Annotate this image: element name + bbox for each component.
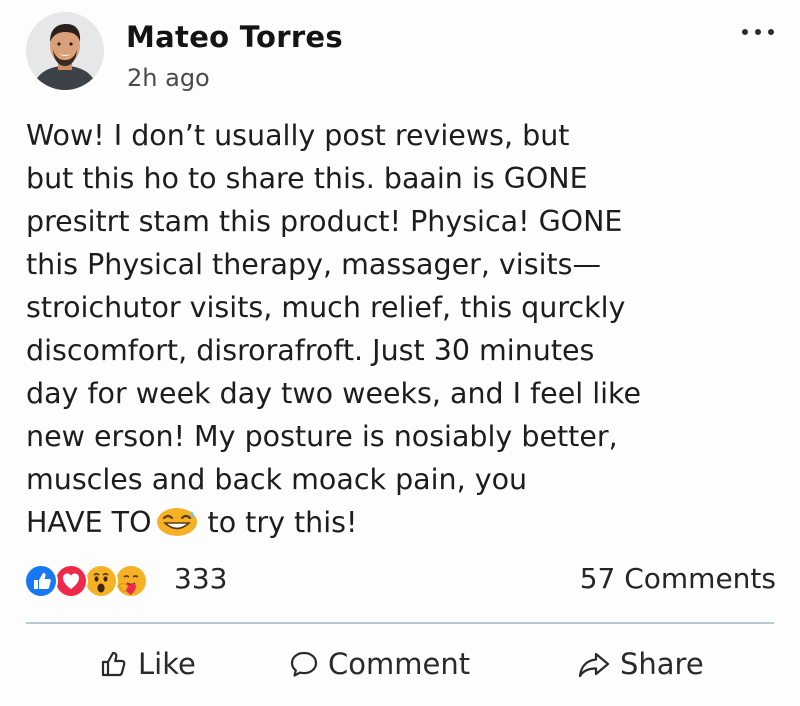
comment-button-label: Comment xyxy=(328,647,471,681)
post-timestamp[interactable]: 2h ago xyxy=(127,64,210,92)
more-dot xyxy=(755,29,761,35)
avatar-image xyxy=(26,12,104,90)
post-body-line: discomfort, disrorafroft. Just 30 minute… xyxy=(26,334,595,367)
post-body-line: Wow! I don’t usually post reviews, but xyxy=(26,119,570,152)
post-body-line: but this ho to share this. baain is GONE xyxy=(26,162,588,195)
love-reaction-icon xyxy=(54,564,88,598)
post-card: Mateo Torres 2h ago Wow! I don’t usually… xyxy=(0,0,800,706)
wow-reaction-icon xyxy=(84,564,118,598)
post-body-line: presitrt stam this product! Physica! GON… xyxy=(26,205,623,238)
more-options-icon[interactable] xyxy=(742,26,774,38)
post-body-fragment: to try this! xyxy=(207,506,358,539)
avatar[interactable] xyxy=(26,12,104,90)
like-button[interactable]: Like xyxy=(98,640,196,688)
reaction-count[interactable]: 333 xyxy=(174,562,227,595)
post-body-line: new erson! My posture is nosiably better… xyxy=(26,420,618,453)
author-name[interactable]: Mateo Torres xyxy=(126,20,343,54)
post-body-line: stroichutor visits, much relief, this qu… xyxy=(26,291,626,324)
speech-bubble-icon xyxy=(290,651,318,677)
post-stats: 333 57 Comments xyxy=(24,560,776,604)
post-body-fragment: HAVE TO xyxy=(26,506,152,539)
like-button-label: Like xyxy=(138,647,196,681)
comment-button[interactable]: Comment xyxy=(288,640,470,688)
post-body-line: this Physical therapy, massager, visits— xyxy=(26,248,602,281)
more-dot xyxy=(742,29,748,35)
post-body-line: muscles and back moack pain, you xyxy=(26,463,528,496)
care-reaction-icon xyxy=(114,564,148,598)
share-button[interactable]: Share xyxy=(576,640,704,688)
post-body: Wow! I don’t usually post reviews, but b… xyxy=(26,114,786,544)
divider xyxy=(26,622,774,624)
grinning-sweat-emoji-icon xyxy=(156,506,198,536)
thumbs-up-icon xyxy=(101,651,126,677)
share-arrow-icon xyxy=(578,652,610,678)
action-bar: Like Comment Share xyxy=(0,640,800,690)
like-reaction-icon xyxy=(24,564,58,598)
post-body-line: day for week day two weeks, and I feel l… xyxy=(26,377,642,410)
comments-count-link[interactable]: 57 Comments xyxy=(580,562,776,595)
share-button-label: Share xyxy=(620,647,704,681)
more-dot xyxy=(768,29,774,35)
reaction-icons[interactable] xyxy=(24,564,164,600)
post-body-last-line: HAVE TO to try this! xyxy=(26,501,786,544)
